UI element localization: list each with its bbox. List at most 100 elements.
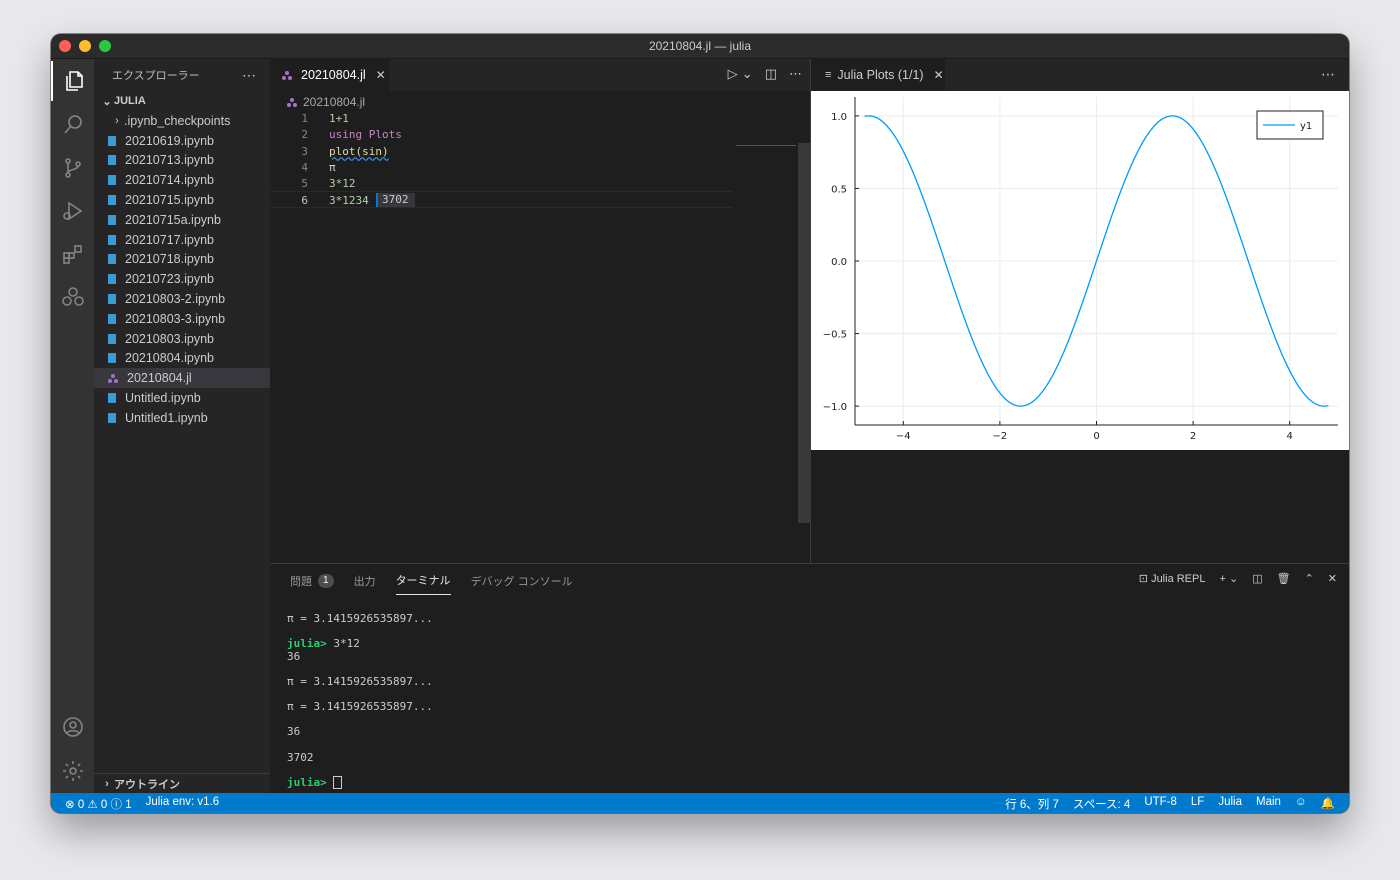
tab-terminal[interactable]: ターミナル xyxy=(395,572,451,595)
file-label: 20210718.ipynb xyxy=(125,252,214,267)
julia-icon[interactable] xyxy=(51,277,94,317)
file-item[interactable]: 20210803-3.ipynb xyxy=(94,309,270,329)
tab-output[interactable]: 出力 xyxy=(354,572,376,595)
end-of-line[interactable]: LF xyxy=(1191,796,1204,812)
notebook-file-icon xyxy=(108,195,116,206)
tab-label: 出力 xyxy=(353,575,376,588)
more-actions-icon[interactable]: ⋯ xyxy=(1321,67,1335,83)
notebook-file-icon xyxy=(108,175,116,186)
code-line[interactable]: 4 π xyxy=(270,159,732,175)
preview-icon: ≡ xyxy=(825,69,832,81)
search-icon[interactable] xyxy=(51,105,94,145)
julia-env-status[interactable]: Julia env: v1.6 xyxy=(146,796,220,812)
line-number: 1 xyxy=(301,112,308,125)
workspace-folder-label: JULIA xyxy=(114,95,146,107)
file-item[interactable]: 20210619.ipynb xyxy=(94,131,270,151)
file-item[interactable]: 20210714.ipynb xyxy=(94,170,270,190)
repl-prompt: julia> xyxy=(287,637,327,651)
code-text: plot(sin) xyxy=(329,144,389,158)
explorer-icon[interactable] xyxy=(51,61,94,101)
x-tick-label: 4 xyxy=(1287,431,1293,442)
accounts-icon[interactable] xyxy=(51,707,94,747)
x-tick-label: 2 xyxy=(1190,431,1196,442)
notebook-file-icon xyxy=(108,135,116,146)
trash-icon[interactable]: 🗑 xyxy=(1277,572,1291,585)
code-line[interactable]: 2 using Plots xyxy=(270,126,732,142)
run-debug-icon[interactable] xyxy=(51,191,94,231)
language-mode[interactable]: Julia xyxy=(1218,796,1242,812)
file-label: Untitled1.ipynb xyxy=(125,410,208,425)
split-editor-icon[interactable]: ◫ xyxy=(765,67,777,82)
code-line[interactable]: 3 plot(sin) xyxy=(270,143,732,159)
file-label: 20210619.ipynb xyxy=(125,133,214,148)
notebook-file-icon xyxy=(108,353,116,364)
extensions-icon[interactable] xyxy=(51,234,94,274)
file-item[interactable]: 20210717.ipynb xyxy=(94,230,270,250)
julia-module[interactable]: Main xyxy=(1256,796,1281,812)
outline-section[interactable]: › アウトライン xyxy=(94,773,270,793)
file-item[interactable]: 20210718.ipynb xyxy=(94,250,270,270)
julia-file-icon xyxy=(287,97,297,107)
file-item[interactable]: 20210713.ipynb xyxy=(94,151,270,171)
y-tick-label: 0.5 xyxy=(831,184,847,195)
file-item[interactable]: 20210715.ipynb xyxy=(94,190,270,210)
file-label: 20210717.ipynb xyxy=(125,232,214,247)
tab-debug-console[interactable]: デバッグ コンソール xyxy=(471,572,573,595)
feedback-icon[interactable]: ☺ xyxy=(1295,796,1307,812)
run-icon[interactable]: ▷ ⌄ xyxy=(728,67,753,82)
indentation[interactable]: スペース: 4 xyxy=(1073,796,1130,812)
code-line[interactable]: 5 3*12 xyxy=(270,175,732,191)
problems-status[interactable]: ⊗ 0 ⚠ 0 ⓘ 1 xyxy=(65,796,132,812)
folder-ipynb-checkpoints[interactable]: › .ipynb_checkpoints xyxy=(94,111,270,131)
repl-prompt: julia> xyxy=(287,775,327,789)
code-text: using Plots xyxy=(329,128,402,142)
settings-gear-icon[interactable] xyxy=(51,751,94,791)
file-item[interactable]: Untitled.ipynb xyxy=(94,388,270,408)
more-actions-icon[interactable]: ⋯ xyxy=(242,67,256,84)
cursor-position[interactable]: 行 6、列 7 xyxy=(1005,796,1059,812)
file-item[interactable]: Untitled1.ipynb xyxy=(94,408,270,428)
chevron-up-icon[interactable]: ⌃ xyxy=(1305,572,1314,585)
new-terminal-icon[interactable]: + ⌄ xyxy=(1219,572,1238,585)
file-item[interactable]: 20210723.ipynb xyxy=(94,269,270,289)
code-line-current[interactable]: 6 3*1234 3702 xyxy=(270,191,732,208)
editor-tab[interactable]: 20210804.jl ✕ xyxy=(270,59,390,91)
tab-problems[interactable]: 問題 1 xyxy=(290,572,334,595)
workspace-folder[interactable]: ⌄ JULIA xyxy=(94,91,270,111)
chevron-right-icon: › xyxy=(105,777,109,790)
file-item[interactable]: 20210804.ipynb xyxy=(94,349,270,369)
terminal-selector[interactable]: ⊡ Julia REPL xyxy=(1139,572,1206,585)
line-number: 2 xyxy=(301,128,308,142)
breadcrumb[interactable]: 20210804.jl xyxy=(287,95,365,109)
sine-plot-svg: −4 −2 0 2 4 1.0 0.5 0.0 −0.5 −1.0 y1 xyxy=(823,97,1338,442)
close-tab-icon[interactable]: ✕ xyxy=(934,68,944,82)
plot-tab[interactable]: ≡ Julia Plots (1/1) ✕ xyxy=(811,59,945,91)
close-tab-icon[interactable]: ✕ xyxy=(376,68,386,82)
file-list: 20210619.ipynb 20210713.ipynb 20210714.ipy… xyxy=(94,131,270,428)
terminal-output[interactable]: π = 3.1415926535897... julia> 3*12 36 π = 3… xyxy=(287,612,433,790)
file-item[interactable]: 20210804.jl xyxy=(94,368,270,389)
encoding[interactable]: UTF-8 xyxy=(1144,796,1177,812)
tab-label: デバッグ コンソール xyxy=(470,575,573,588)
file-label: 20210803-3.ipynb xyxy=(125,311,226,326)
editor-scrollbar[interactable] xyxy=(798,143,810,523)
close-panel-icon[interactable]: ✕ xyxy=(1328,572,1337,585)
file-item[interactable]: 20210715a.ipynb xyxy=(94,210,270,230)
code-line[interactable]: 1 1+1 xyxy=(270,110,732,126)
code-text: 3*1234 xyxy=(329,194,369,208)
split-terminal-icon[interactable]: ◫ xyxy=(1252,572,1262,585)
explorer-title: エクスプローラー xyxy=(112,70,200,82)
repl-input: 3*12 xyxy=(326,637,360,651)
more-actions-icon[interactable]: ⋯ xyxy=(789,67,802,82)
file-label: 20210804.jl xyxy=(127,371,192,386)
source-control-icon[interactable] xyxy=(51,148,94,188)
file-item[interactable]: 20210803-2.ipynb xyxy=(94,289,270,309)
bell-icon[interactable]: 🔔 xyxy=(1321,796,1335,812)
minimap[interactable] xyxy=(736,145,796,146)
code-editor[interactable]: 1 1+1 2 using Plots 3 plot(sin) 4 π 5 3*… xyxy=(270,110,732,208)
y-tick-label: 1.0 xyxy=(831,112,847,123)
terminal-line: π = 3.1415926535897... xyxy=(287,700,433,714)
notebook-file-icon xyxy=(108,274,116,285)
file-item[interactable]: 20210803.ipynb xyxy=(94,329,270,349)
terminal-line: julia> 3*12 xyxy=(287,637,433,650)
